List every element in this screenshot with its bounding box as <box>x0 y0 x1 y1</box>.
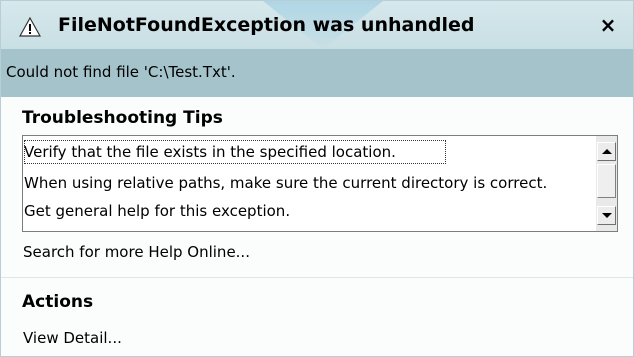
troubleshooting-heading: Troubleshooting Tips <box>22 108 223 128</box>
arrow-up-icon <box>602 149 612 154</box>
dialog-title: FileNotFoundException was unhandled <box>58 14 475 36</box>
arrow-down-icon <box>602 213 612 218</box>
tip-item[interactable]: Verify that the file exists in the speci… <box>24 140 446 164</box>
title-bar: FileNotFoundException was unhandled × <box>1 1 633 49</box>
scroll-up-button[interactable] <box>597 142 616 161</box>
view-detail-link[interactable]: View Detail... <box>23 327 122 349</box>
scroll-thumb[interactable] <box>597 164 616 198</box>
actions-heading: Actions <box>22 292 94 312</box>
exception-assistant-dialog: FileNotFoundException was unhandled × Co… <box>0 0 634 357</box>
section-divider <box>1 277 633 278</box>
tips-scrollbar[interactable] <box>596 136 617 231</box>
tip-item[interactable]: When using relative paths, make sure the… <box>24 171 594 195</box>
search-online-link[interactable]: Search for more Help Online... <box>23 241 250 263</box>
close-icon[interactable]: × <box>597 13 619 37</box>
message-bar: Could not find file 'C:\Test.Txt'. <box>1 49 633 97</box>
exception-message: Could not find file 'C:\Test.Txt'. <box>6 63 236 81</box>
tip-item[interactable]: Get general help for this exception. <box>24 199 594 223</box>
warning-triangle-icon <box>19 17 41 37</box>
troubleshooting-tips-list[interactable]: Verify that the file exists in the speci… <box>22 135 618 232</box>
scroll-down-button[interactable] <box>597 206 616 225</box>
